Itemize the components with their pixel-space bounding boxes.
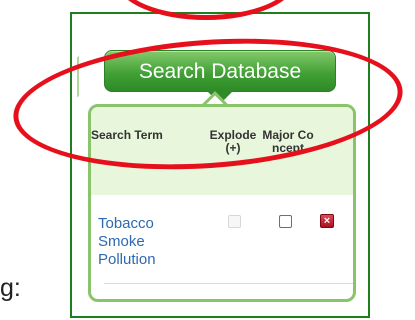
explode-checkbox[interactable] [228,215,241,228]
search-database-button[interactable]: Search Database [104,50,336,104]
search-term-column-header: Search Term [91,128,163,142]
screenshot-stage: Search Database Search Term Explode (+) … [0,0,415,320]
outside-caption-fragment: g: [0,274,21,302]
search-terms-table: Search Term Explode (+) Major Co ncept T… [88,104,356,302]
search-term-link[interactable]: Tobacco Smoke Pollution [98,215,188,269]
major-concept-column-header: Major Co ncept [262,128,314,155]
row-divider [104,283,353,284]
table-header: Search Term Explode (+) Major Co ncept [91,107,353,195]
major-concept-checkbox[interactable] [279,215,292,228]
explode-column-header: Explode (+) [209,128,257,155]
delete-icon[interactable]: × [320,214,334,228]
